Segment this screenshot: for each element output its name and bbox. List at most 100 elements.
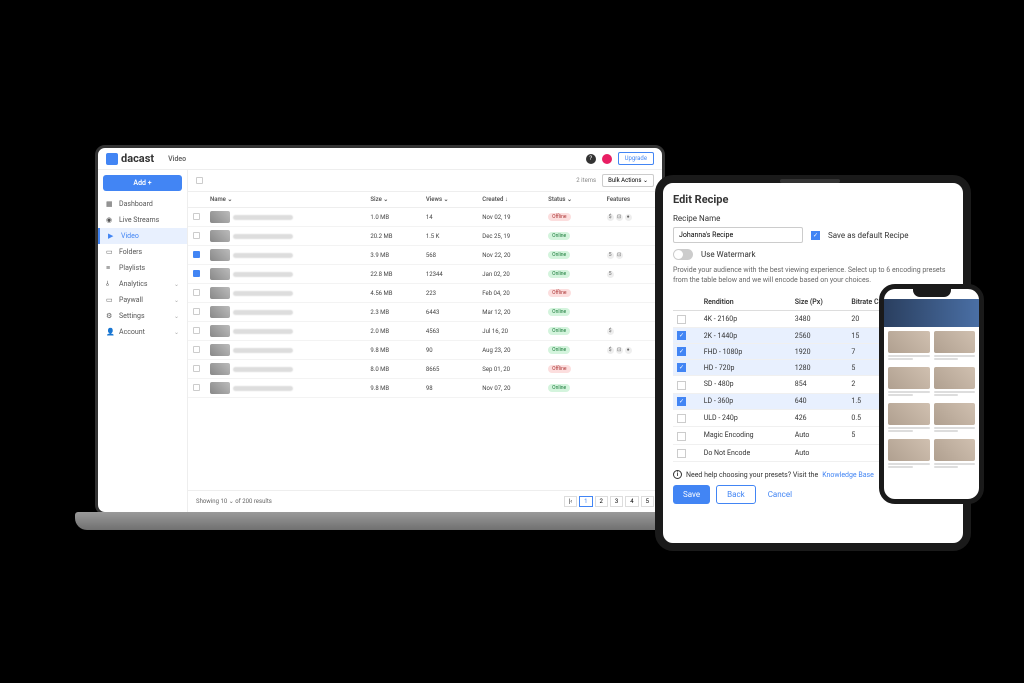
- row-checkbox[interactable]: [193, 346, 200, 353]
- phone-content: [884, 289, 979, 475]
- table-row[interactable]: 22.8 MB 12344 Jan 02, 20 Online 5: [188, 265, 662, 284]
- chevron-down-icon: ⌄: [174, 281, 179, 288]
- table-row[interactable]: 1.0 MB 14 Nov 02, 19 Offline $⊡●: [188, 208, 662, 227]
- save-default-checkbox[interactable]: [811, 231, 820, 240]
- sidebar-item-settings[interactable]: ⚙Settings⌄: [98, 308, 187, 324]
- th-size[interactable]: Size ⌄: [365, 192, 420, 208]
- row-checkbox[interactable]: [193, 251, 200, 258]
- cell-size-px: 1920: [791, 344, 848, 360]
- add-button[interactable]: Add +: [103, 175, 182, 191]
- phone-card[interactable]: [888, 403, 930, 435]
- row-checkbox[interactable]: [193, 213, 200, 220]
- help-icon[interactable]: ?: [586, 154, 596, 164]
- cell-size: 8.0 MB: [365, 360, 420, 379]
- recipe-name-input[interactable]: [673, 227, 803, 243]
- feature-icon: ⊡: [616, 252, 623, 259]
- pager-page-5[interactable]: 5: [641, 496, 654, 507]
- status-badge: Online: [548, 346, 570, 354]
- row-checkbox[interactable]: [193, 308, 200, 315]
- table-row[interactable]: 20.2 MB 1.5 K Dec 25, 19 Online: [188, 227, 662, 246]
- th-name[interactable]: Name ⌄: [205, 192, 365, 208]
- table-row[interactable]: 3.9 MB 568 Nov 22, 20 Online 5⊡: [188, 246, 662, 265]
- row-checkbox[interactable]: [193, 232, 200, 239]
- row-checkbox[interactable]: [193, 289, 200, 296]
- pager-page-3[interactable]: 3: [610, 496, 623, 507]
- phone-card[interactable]: [888, 331, 930, 363]
- per-page-select[interactable]: 10 ⌄: [220, 498, 233, 505]
- phone-screen: [879, 284, 984, 504]
- rendition-checkbox[interactable]: [677, 449, 686, 458]
- phone-card[interactable]: [888, 367, 930, 399]
- pager-page-4[interactable]: 4: [625, 496, 638, 507]
- cell-created: Nov 02, 19: [477, 208, 543, 227]
- sidebar-item-paywall[interactable]: ▭Paywall⌄: [98, 292, 187, 308]
- sidebar-item-video[interactable]: ▶Video: [98, 228, 187, 244]
- rendition-checkbox[interactable]: [677, 397, 686, 406]
- feature-icon: ●: [625, 347, 632, 354]
- phone-card[interactable]: [934, 403, 976, 435]
- cell-created: Nov 22, 20: [477, 246, 543, 265]
- feature-icon: ⊡: [616, 214, 623, 221]
- table-row[interactable]: 8.0 MB 8665 Sep 01, 20 Offline: [188, 360, 662, 379]
- table-row[interactable]: 9.8 MB 98 Nov 07, 20 Online: [188, 379, 662, 398]
- sidebar-item-dashboard[interactable]: ▦Dashboard: [98, 196, 187, 212]
- tablet-camera: [780, 179, 840, 183]
- cell-size-px: Auto: [791, 444, 848, 462]
- row-checkbox[interactable]: [193, 384, 200, 391]
- phone-card[interactable]: [934, 331, 976, 363]
- sidebar-item-account[interactable]: 👤Account⌄: [98, 324, 187, 340]
- video-name: [233, 291, 293, 296]
- account-icon: 👤: [106, 328, 114, 336]
- phone-card[interactable]: [934, 439, 976, 471]
- row-checkbox[interactable]: [193, 365, 200, 372]
- video-thumbnail: [210, 363, 230, 375]
- sidebar-item-live-streams[interactable]: ◉Live Streams: [98, 212, 187, 228]
- phone-card[interactable]: [934, 367, 976, 399]
- cell-created: Sep 01, 20: [477, 360, 543, 379]
- table-row[interactable]: 2.0 MB 4563 Jul 16, 20 Online $: [188, 322, 662, 341]
- table-row[interactable]: 4.56 MB 223 Feb 04, 20 Offline: [188, 284, 662, 303]
- upgrade-button[interactable]: Upgrade: [618, 152, 654, 165]
- pager-page-2[interactable]: 2: [595, 496, 608, 507]
- phone-card[interactable]: [888, 439, 930, 471]
- phone-banner: [884, 299, 979, 327]
- avatar[interactable]: [602, 154, 612, 164]
- select-all-checkbox[interactable]: [196, 177, 203, 184]
- video-name: [233, 215, 293, 220]
- row-checkbox[interactable]: [193, 270, 200, 277]
- cancel-button[interactable]: Cancel: [762, 485, 798, 504]
- status-badge: Offline: [548, 289, 570, 297]
- table-row[interactable]: 9.8 MB 90 Aug 23, 20 Online $⊡●: [188, 341, 662, 360]
- rendition-checkbox[interactable]: [677, 381, 686, 390]
- pager-first[interactable]: |‹: [564, 496, 577, 507]
- pager-page-1[interactable]: 1: [579, 496, 592, 507]
- watermark-toggle[interactable]: [673, 249, 693, 260]
- sidebar-item-analytics[interactable]: ⫰Analytics⌄: [98, 276, 187, 292]
- rendition-checkbox[interactable]: [677, 363, 686, 372]
- cell-size-px: 426: [791, 409, 848, 427]
- back-button[interactable]: Back: [716, 485, 756, 504]
- topbar-right: ? Upgrade: [586, 152, 654, 165]
- cell-size: 2.0 MB: [365, 322, 420, 341]
- sidebar: Add + ▦Dashboard ◉Live Streams ▶Video ▭F…: [98, 170, 188, 512]
- sidebar-item-folders[interactable]: ▭Folders: [98, 244, 187, 260]
- bulk-actions-button[interactable]: Bulk Actions ⌄: [602, 174, 654, 187]
- table-row[interactable]: 2.3 MB 6443 Mar 12, 20 Online: [188, 303, 662, 322]
- th-status[interactable]: Status ⌄: [543, 192, 601, 208]
- save-button[interactable]: Save: [673, 485, 710, 504]
- status-badge: Online: [548, 251, 570, 259]
- cell-created: Dec 25, 19: [477, 227, 543, 246]
- rendition-checkbox[interactable]: [677, 432, 686, 441]
- row-checkbox[interactable]: [193, 327, 200, 334]
- rendition-checkbox[interactable]: [677, 347, 686, 356]
- sidebar-item-playlists[interactable]: ≡Playlists: [98, 260, 187, 276]
- rendition-checkbox[interactable]: [677, 331, 686, 340]
- kb-link[interactable]: Knowledge Base: [822, 471, 874, 479]
- th-created[interactable]: Created ↓: [477, 192, 543, 208]
- th-views[interactable]: Views ⌄: [421, 192, 477, 208]
- feature-icon: ⊡: [616, 347, 623, 354]
- cell-created: Aug 23, 20: [477, 341, 543, 360]
- rendition-checkbox[interactable]: [677, 414, 686, 423]
- rendition-checkbox[interactable]: [677, 315, 686, 324]
- features: 5⊡: [607, 252, 657, 259]
